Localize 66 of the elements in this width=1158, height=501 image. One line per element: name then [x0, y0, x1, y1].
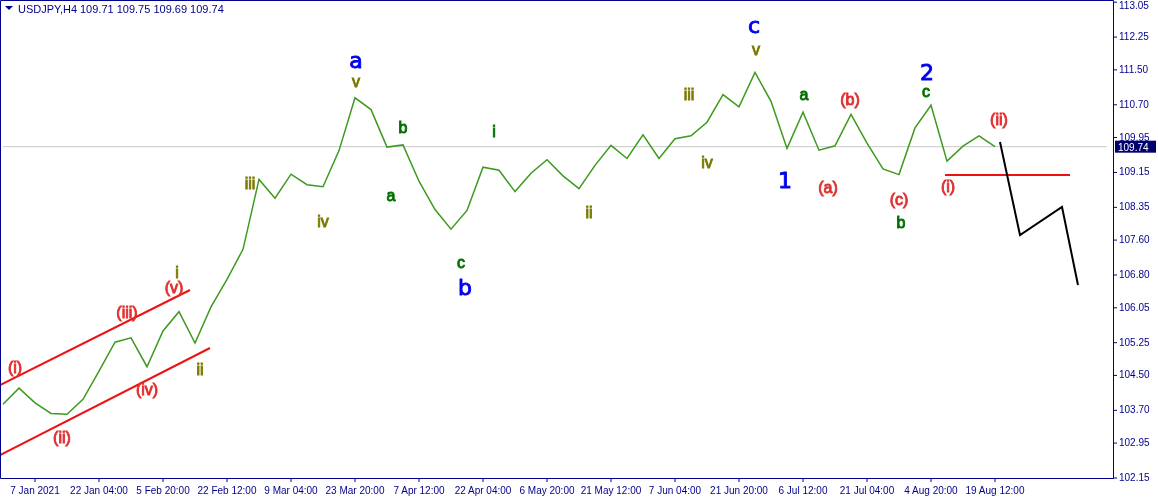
wave-label: (iii) — [116, 304, 138, 321]
time-tick-label: 22 Feb 12:00 — [197, 485, 257, 496]
wave-label: i — [492, 123, 496, 140]
wave-label: b — [398, 119, 408, 136]
wave-label: (ii) — [53, 429, 71, 446]
wave-label: (ii) — [990, 111, 1008, 128]
wave-label: ii — [585, 204, 593, 221]
wave-label: (i) — [7, 359, 23, 376]
price-tick-label: 112.25 — [1119, 31, 1149, 43]
price-tick-label: 110.70 — [1119, 98, 1149, 110]
price-tick-label: 105.25 — [1119, 336, 1150, 348]
wave-label: v — [352, 73, 360, 90]
wave-label: c — [922, 83, 930, 100]
ohlc-quotes: 109.71 109.75 109.69 109.74 — [80, 3, 224, 15]
price-tick-label: 109.15 — [1119, 166, 1150, 178]
price-tick-label: 102.15 — [1119, 472, 1150, 483]
time-tick-label: 6 May 20:00 — [519, 485, 575, 496]
price-marker: 109.74 — [1115, 140, 1156, 153]
price-tick-label: 111.50 — [1119, 63, 1149, 75]
wave-label: c — [747, 13, 761, 38]
wave-label: (v) — [164, 279, 184, 296]
price-tick-label: 106.80 — [1119, 269, 1150, 280]
price-tick-label: 107.60 — [1119, 234, 1150, 246]
wave-label: i — [175, 264, 179, 281]
wave-label: b — [896, 214, 906, 231]
wave-label: (i) — [940, 178, 956, 195]
wave-label: 1 — [778, 168, 792, 193]
time-tick-label: 9 Mar 04:00 — [264, 485, 318, 496]
wave-label: c — [457, 254, 465, 271]
wave-label: iii — [683, 86, 695, 103]
wave-label: a — [799, 86, 809, 103]
time-tick-label: 7 Apr 12:00 — [393, 485, 445, 496]
price-tick-label: 102.95 — [1119, 437, 1150, 449]
wave-label: iii — [244, 175, 256, 192]
time-tick-label: 21 May 12:00 — [580, 485, 642, 496]
wave-label: b — [458, 275, 472, 300]
wave-label: 2 — [920, 60, 934, 85]
price-tick-label: 106.05 — [1119, 301, 1150, 313]
wave-label: (iv) — [135, 381, 159, 398]
chart-symbol: USDJPY,H4 — [18, 3, 78, 15]
wave-label: (b) — [840, 91, 860, 108]
time-tick-label: 22 Jan 04:00 — [70, 485, 128, 496]
wave-label: (a) — [818, 179, 838, 196]
price-tick-label: 109.95 — [1119, 131, 1150, 143]
price-tick-label: 104.50 — [1119, 369, 1150, 381]
time-tick-label: 22 Apr 04:00 — [454, 485, 512, 496]
wave-label: iv — [317, 213, 329, 230]
time-tick-label: 21 Jul 04:00 — [839, 485, 895, 496]
time-tick-label: 23 Mar 20:00 — [325, 485, 385, 496]
price-tick-label: 113.05 — [1119, 0, 1149, 11]
wave-label: ii — [196, 361, 204, 378]
time-tick-label: 7 Jun 04:00 — [648, 485, 702, 496]
time-tick-label: 6 Jul 12:00 — [778, 485, 828, 496]
time-tick-label: 7 Jan 2021 — [10, 485, 60, 496]
time-tick-label: 19 Aug 12:00 — [965, 485, 1025, 496]
time-tick-label: 4 Aug 20:00 — [904, 485, 958, 496]
wave-label: (c) — [889, 191, 909, 208]
wave-label: a — [386, 187, 396, 204]
wave-label: iv — [701, 154, 713, 171]
wave-label: v — [752, 41, 760, 58]
price-tick-label: 103.70 — [1119, 404, 1150, 416]
dropdown-icon[interactable] — [5, 6, 13, 10]
wave-label: a — [349, 48, 363, 73]
price-tick-label: 108.35 — [1119, 201, 1150, 213]
time-tick-label: 5 Feb 20:00 — [136, 485, 190, 496]
time-tick-label: 21 Jun 20:00 — [710, 485, 768, 496]
